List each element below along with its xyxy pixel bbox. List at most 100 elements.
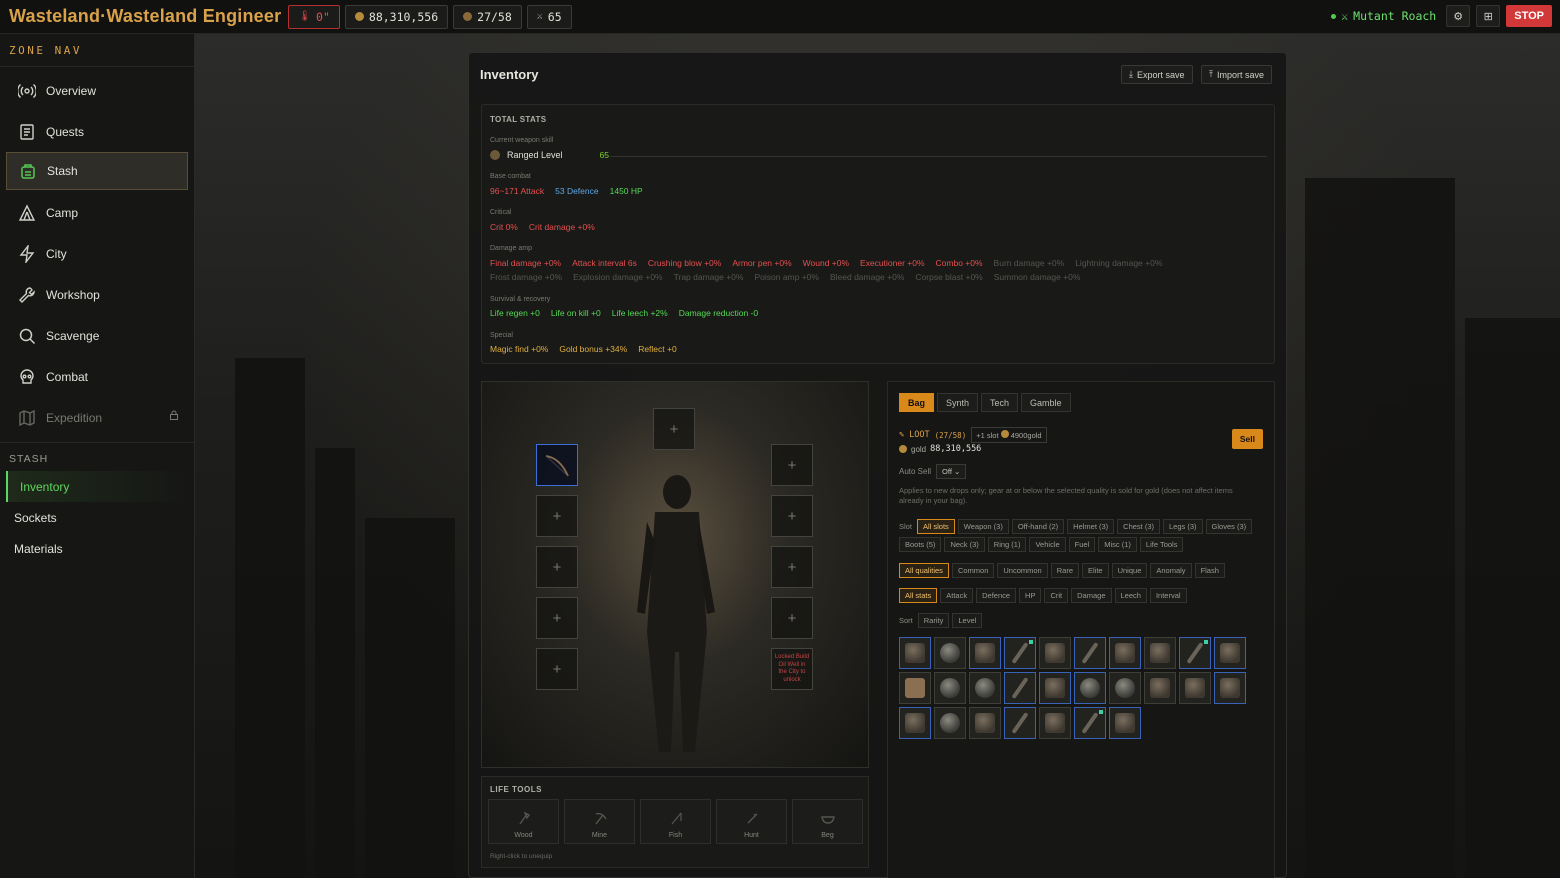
filter-slot[interactable]: Neck (3) — [944, 537, 985, 552]
equip-slot-helmet[interactable]: + — [653, 408, 695, 450]
gear-icon[interactable]: ⚙ — [1446, 5, 1471, 27]
bag-chip[interactable]: 27/58 — [453, 4, 522, 29]
nav-expedition[interactable]: Expedition — [0, 397, 194, 438]
bag-item[interactable] — [1179, 672, 1211, 704]
buy-slot-button[interactable]: +1 slot 4900gold — [971, 427, 1047, 443]
layout-icon[interactable]: ⊞ — [1476, 5, 1501, 27]
filter-stat[interactable]: Interval — [1149, 588, 1187, 603]
auto-sell-select[interactable]: Off ⌄ — [936, 464, 967, 479]
import-save-button[interactable]: ⤒ Import save — [1201, 65, 1273, 84]
nav-workshop[interactable]: Workshop — [0, 274, 194, 315]
equip-slot-weapon[interactable] — [536, 444, 578, 486]
bag-item[interactable] — [1109, 637, 1141, 669]
filter-slot[interactable]: Legs (3) — [1163, 519, 1203, 534]
filter-slot[interactable]: Life Tools — [1139, 537, 1184, 552]
filter-quality[interactable]: Uncommon — [997, 563, 1048, 578]
filter-slot[interactable]: Chest (3) — [1117, 519, 1161, 534]
bag-item[interactable] — [899, 637, 931, 669]
equip-slot-offhand[interactable]: + — [536, 495, 578, 537]
bag-item[interactable] — [1039, 637, 1071, 669]
bag-item[interactable] — [1144, 672, 1176, 704]
equip-slot-neck[interactable]: + — [771, 495, 813, 537]
bag-item[interactable] — [1039, 707, 1071, 739]
filter-slot[interactable]: Fuel — [1068, 537, 1096, 552]
filter-slot[interactable]: Helmet (3) — [1067, 519, 1115, 534]
nav-camp[interactable]: Camp — [0, 192, 194, 233]
equip-slot-boots[interactable]: + — [536, 648, 578, 690]
stash-inventory[interactable]: Inventory — [6, 471, 194, 502]
nav-quests[interactable]: Quests — [0, 111, 194, 152]
equip-slot-legs[interactable]: + — [536, 597, 578, 639]
tool-slot-beg[interactable]: Beg — [792, 799, 863, 844]
filter-quality[interactable]: Unique — [1111, 563, 1148, 578]
equip-slot-vehicle[interactable]: + — [771, 597, 813, 639]
filter-stat[interactable]: Attack — [940, 588, 974, 603]
filter-slot[interactable]: Weapon (3) — [957, 519, 1009, 534]
filter-slot[interactable]: All slots — [916, 519, 955, 534]
bag-item[interactable] — [969, 707, 1001, 739]
equip-slot-gloves[interactable]: + — [771, 444, 813, 486]
bag-item[interactable] — [969, 672, 1001, 704]
filter-slot[interactable]: Off-hand (2) — [1011, 519, 1065, 534]
bag-item[interactable] — [1179, 637, 1211, 669]
filter-slot[interactable]: Vehicle — [1029, 537, 1066, 552]
bag-item[interactable] — [899, 707, 931, 739]
filter-slot[interactable]: Boots (5) — [899, 537, 942, 552]
bag-item[interactable] — [969, 637, 1001, 669]
filter-quality[interactable]: Anomaly — [1150, 563, 1192, 578]
filter-stat[interactable]: Crit — [1044, 588, 1069, 603]
filter-stat[interactable]: Leech — [1114, 588, 1147, 603]
tool-slot-wood[interactable]: Wood — [488, 799, 559, 844]
sell-button[interactable]: Sell — [1231, 429, 1263, 449]
filter-slot[interactable]: Ring (1) — [987, 537, 1027, 552]
bag-item[interactable] — [1214, 672, 1246, 704]
bag-item[interactable] — [1004, 637, 1036, 669]
tab-bag[interactable]: Bag — [899, 393, 935, 412]
gold-chip[interactable]: 88,310,556 — [344, 4, 449, 29]
bag-item[interactable] — [934, 672, 966, 704]
filter-quality[interactable]: Rare — [1050, 563, 1079, 578]
export-save-button[interactable]: ⤓ Export save — [1121, 65, 1193, 84]
bag-item[interactable] — [1109, 707, 1141, 739]
filter-slot[interactable]: Gloves (3) — [1205, 519, 1253, 534]
bag-item[interactable] — [934, 707, 966, 739]
nav-overview[interactable]: Overview — [0, 70, 194, 111]
bag-item[interactable] — [1074, 707, 1106, 739]
nav-combat[interactable]: Combat — [0, 356, 194, 397]
nav-stash[interactable]: Stash — [6, 152, 188, 190]
bag-item[interactable] — [1074, 672, 1106, 704]
bag-item[interactable] — [1144, 637, 1176, 669]
bag-item[interactable] — [1004, 672, 1036, 704]
filter-stat[interactable]: Defence — [976, 588, 1017, 603]
filter-stat[interactable]: HP — [1019, 588, 1042, 603]
stash-materials[interactable]: Materials — [0, 533, 194, 564]
tab-synth[interactable]: Synth — [937, 393, 979, 412]
tool-slot-mine[interactable]: Mine — [564, 799, 635, 844]
nav-scavenge[interactable]: Scavenge — [0, 315, 194, 356]
filter-quality[interactable]: All qualities — [899, 563, 949, 578]
bag-item[interactable] — [1214, 637, 1246, 669]
nav-city[interactable]: City — [0, 233, 194, 274]
bag-item[interactable] — [1039, 672, 1071, 704]
filter-quality[interactable]: Common — [951, 563, 995, 578]
stop-button[interactable]: STOP — [1506, 5, 1552, 27]
tool-slot-fish[interactable]: Fish — [640, 799, 711, 844]
current-enemy[interactable]: ⚔ Mutant Roach — [1331, 9, 1436, 23]
stash-sockets[interactable]: Sockets — [0, 502, 194, 533]
bag-item[interactable] — [1109, 672, 1141, 704]
sort-level[interactable]: Level — [952, 613, 983, 628]
tool-slot-hunt[interactable]: Hunt — [716, 799, 787, 844]
tab-gamble[interactable]: Gamble — [1021, 393, 1071, 412]
filter-quality[interactable]: Elite — [1082, 563, 1109, 578]
filter-stat[interactable]: All stats — [899, 588, 938, 603]
bag-item[interactable] — [1074, 637, 1106, 669]
filter-slot[interactable]: Misc (1) — [1098, 537, 1137, 552]
equip-slot-ring[interactable]: + — [771, 546, 813, 588]
bag-item[interactable] — [934, 637, 966, 669]
bag-item[interactable] — [1004, 707, 1036, 739]
level-chip[interactable]: ⚔ 65 — [526, 4, 572, 29]
equip-slot-chest[interactable]: + — [536, 546, 578, 588]
tab-tech[interactable]: Tech — [981, 393, 1019, 412]
bag-item[interactable] — [899, 672, 931, 704]
filter-quality[interactable]: Flash — [1194, 563, 1225, 578]
